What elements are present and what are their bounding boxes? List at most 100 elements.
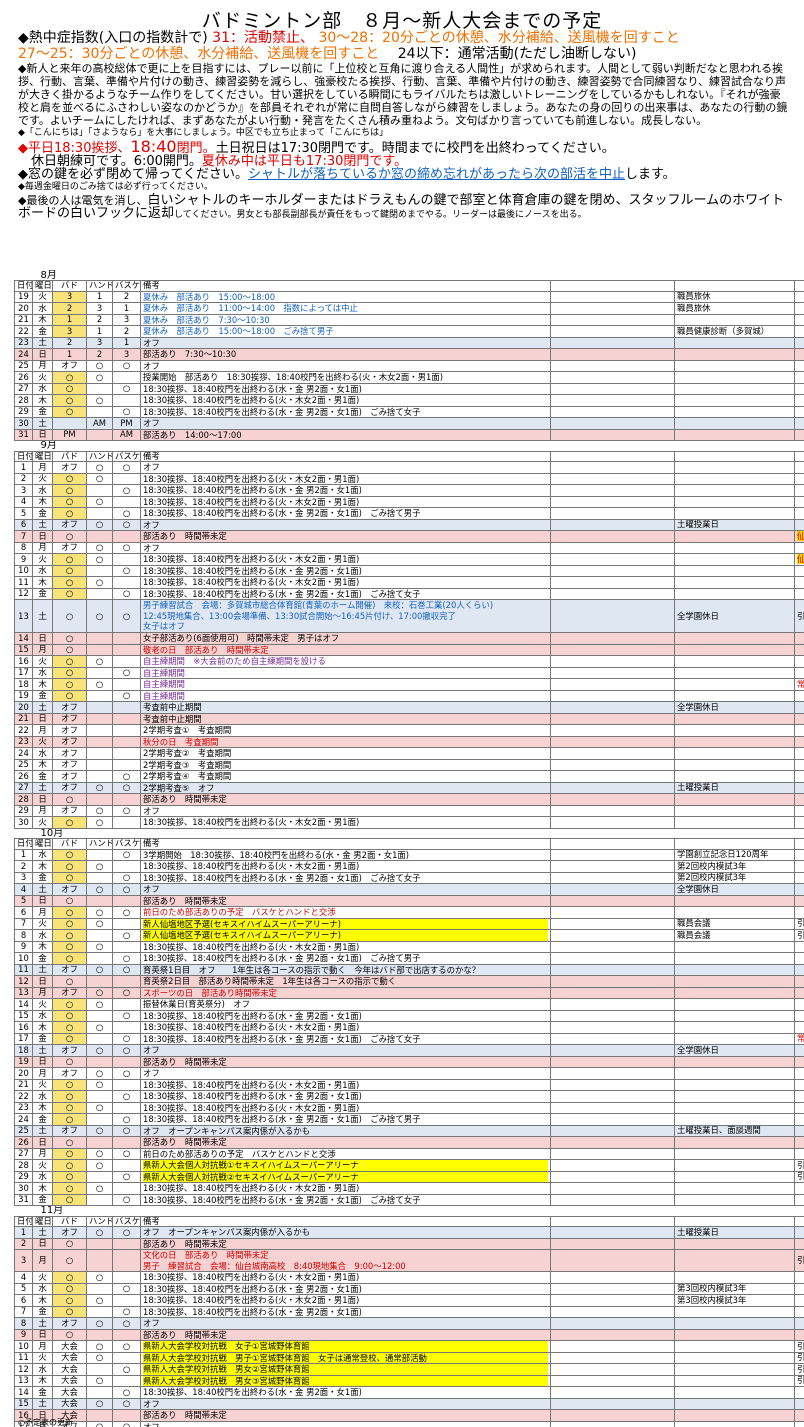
table-row: 24 日 1 2 3 部活あり 7:30～10:30 <box>14 348 804 361</box>
header-cell <box>793 280 804 292</box>
header-cell: バド <box>52 280 87 292</box>
staff-note-text: 引率：鈴、近藤 <box>797 931 804 940</box>
school-note-cell <box>674 472 795 486</box>
weekday-cell: 土 <box>32 1226 53 1239</box>
staff-note-text: 仙塩地区予選申込期限12時 <box>797 554 804 564</box>
school-note-cell <box>674 417 795 430</box>
basketball-cell <box>112 1021 141 1034</box>
memo-cell: スポーツの日 部活あり時間帯未定 <box>140 986 551 1000</box>
memo-text: オフ <box>143 462 160 473</box>
memo-cell: オフ <box>140 804 551 818</box>
date-cell: 27 <box>14 781 33 795</box>
memo-text: 敬老の日 部活あり 時間帯未定 <box>143 644 269 655</box>
table-row: 5 水 ○ ○ 18:30挨拶、18:40校門を出終わる(水・金 男2面・女1面) 第3回… <box>14 1282 804 1296</box>
staff-note-cell <box>793 883 804 896</box>
table-row: 3 水 ○ ○ 18:30挨拶、18:40校門を出終わる(水・金 男2面・女1面) <box>14 484 804 497</box>
school-note-cell <box>674 405 795 419</box>
weekday-cell: 土 <box>32 599 53 634</box>
weekday-cell: 金 <box>32 1113 53 1126</box>
extra-cell <box>550 952 675 965</box>
schedule-table-wrap: 8月 日付 曜日 バド ハンド バスケ 備考 19 火 3 1 2 夏休み 部活あり 15:00～18:… <box>14 270 804 1427</box>
memo-text: 部活あり 時間帯未定 <box>143 1329 227 1340</box>
weekday-cell: 日 <box>32 712 53 726</box>
memo-cell: 18:30挨拶、18:40校門を出終わる(火・木女2面・男1面) <box>140 1271 551 1284</box>
memo-text: オフ <box>143 418 160 429</box>
basketball-cell <box>112 712 141 726</box>
memo-cell: 18:30挨拶、18:40校門を出終わる(水・金 男2面・女1面) ごみ捨て女子 <box>140 587 551 601</box>
header-cell: 備考 <box>140 450 551 463</box>
badminton-cell: ○ <box>52 394 87 407</box>
badminton-cell <box>52 417 87 430</box>
extra-cell <box>550 701 675 714</box>
table-row: 20 土オフ 考査前中止期間 全学園休日 <box>14 701 804 714</box>
date-cell: 22 <box>14 724 33 737</box>
header-cell: バスケ <box>112 280 141 292</box>
memo-text: オフ <box>143 1398 160 1409</box>
school-note-cell <box>674 998 795 1011</box>
weekday-cell: 月 <box>32 724 53 737</box>
weekday-cell: 月 <box>32 643 53 657</box>
staff-note-cell <box>793 1090 804 1103</box>
school-note-cell <box>674 724 795 737</box>
badminton-cell: ○ <box>52 1101 87 1115</box>
extra-cell <box>550 564 675 578</box>
weekday-cell: 金 <box>32 587 53 601</box>
extra-cell <box>550 472 675 486</box>
badminton-cell: ○ <box>52 689 87 703</box>
staff-note-cell: 引率：鈴、近藤 <box>793 1159 804 1172</box>
table-row: 16 日大会 部活あり 時間帯未定 <box>14 1409 804 1422</box>
school-note-cell: 第3回校内模試3年 <box>674 1294 795 1307</box>
school-note-cell <box>674 804 795 818</box>
date-cell: 17 <box>14 666 33 680</box>
weekday-cell: 月 <box>32 541 53 555</box>
school-note-cell <box>674 963 795 977</box>
header-row: 日付 曜日 バド ハンド バスケ 備考 <box>14 838 804 850</box>
table-row: 24 水オフ 2学期考査② 考査期間 <box>14 747 804 760</box>
header-cell: 曜日 <box>32 280 53 292</box>
handball-cell <box>86 770 113 783</box>
handball-cell <box>86 1282 113 1296</box>
date-cell: 30 <box>14 816 33 829</box>
memo-text: 部活あり 時間帯未定 <box>143 1137 227 1148</box>
staff-note-cell <box>793 1282 804 1296</box>
handball-cell: ○ <box>86 371 113 384</box>
memo-text: 18:30挨拶、18:40校門を出終わる(火・木女2面・男1面) <box>143 1022 360 1033</box>
table-row: 27 水 ○ ○ 18:30挨拶、18:40校門を出終わる(水・金 男2面・女1面) <box>14 382 804 396</box>
memo-text: 育英祭2日目 部活あり時間帯未定 1年生は各コースの指示で動く <box>143 976 397 987</box>
extra-cell <box>550 689 675 703</box>
basketball-cell <box>112 1294 141 1307</box>
badminton-cell: ○ <box>52 599 87 634</box>
badminton-cell: ○ <box>52 507 87 520</box>
handball-cell: 3 <box>86 302 113 315</box>
basketball-cell: ○ <box>112 986 141 1000</box>
basketball-cell: ○ <box>112 1420 141 1427</box>
memo-cell: オフ <box>140 1397 551 1411</box>
table-row: 5 日 ○ 部活あり 時間帯未定 <box>14 894 804 908</box>
heat-27: 27～25：30分ごとの休憩、水分補給、送風機を回すこと <box>18 46 380 62</box>
school-note-cell <box>674 689 795 703</box>
weekday-cell: 水 <box>32 747 53 760</box>
staff-note-cell <box>793 1044 804 1057</box>
date-cell: 1 <box>14 461 33 474</box>
school-note-cell <box>674 382 795 396</box>
weekday-cell: 木 <box>32 313 53 327</box>
extra-cell <box>550 1237 675 1251</box>
header-row: 日付 曜日 バド ハンド バスケ 備考 <box>14 280 804 292</box>
badminton-cell: ○ <box>52 1021 87 1034</box>
handball-cell: ○ <box>86 1340 113 1353</box>
handball-cell: ○ <box>86 1351 113 1365</box>
memo-cell: 新人仙塩地区予選(セキスイハイムスーパーアリーナ) <box>140 929 551 942</box>
weekday-cell: 木 <box>32 1294 53 1307</box>
table-row: 18 土オフ ○ ○ オフ 全学園休日 <box>14 1044 804 1057</box>
basketball-cell: ○ <box>112 804 141 818</box>
memo-cell: 18:30挨拶、18:40校門を出終わる(火・木女2面・男1面) <box>140 860 551 873</box>
basketball-cell: ○ <box>112 1067 141 1080</box>
table-row: 8水○○新人仙塩地区予選(セキスイハイムスーパーアリーナ)職員会議引率：鈴、近藤 <box>14 929 804 942</box>
memo-cell: 18:30挨拶、18:40校門を出終わる(水・金 男2面・女1面) <box>140 564 551 578</box>
basketball-cell: ○ <box>112 906 141 919</box>
table-row: 20 水 2 3 1 夏休み 部活あり 11:00～14:00 指数によっては中止 職員旅休 <box>14 302 804 315</box>
staff-note-cell <box>793 781 804 795</box>
handball-cell <box>86 929 113 942</box>
badminton-cell: ○ <box>52 666 87 680</box>
basketball-cell <box>112 1249 141 1273</box>
